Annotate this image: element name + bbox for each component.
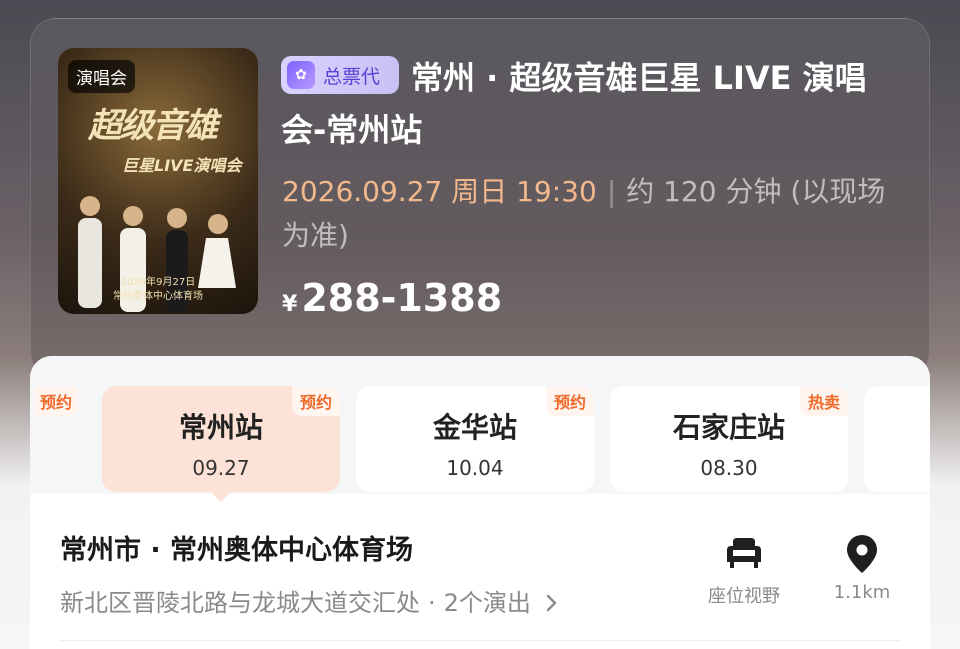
poster-category-tag: 演唱会 — [68, 60, 135, 93]
stop-status-badge: 热卖 — [799, 386, 848, 416]
price-range: ¥288-1388 — [282, 276, 502, 320]
tour-stops-carousel[interactable]: 预约 预约 常州站 09.27 预约 金华站 10.04 热卖 石家庄站 08.… — [30, 356, 930, 494]
tour-stop-jinhua[interactable]: 预约 金华站 10.04 — [356, 386, 594, 492]
seat-view-button[interactable]: 座位视野 — [698, 534, 790, 608]
prev-stop-badge: 预约 — [34, 386, 79, 416]
stop-date: 10.04 — [446, 456, 504, 480]
poster-venue-art: 常州奥体中心体育场 — [113, 291, 203, 302]
address-separator: · — [428, 589, 436, 617]
stop-date: 09.27 — [192, 456, 250, 480]
venue-show-count: 2个演出 — [443, 589, 531, 617]
poster-date-art: 2026年9月27日 — [120, 277, 196, 288]
price-value: 288-1388 — [301, 276, 503, 320]
tour-stop-shijiazhuang[interactable]: 热卖 石家庄站 08.30 — [610, 386, 848, 492]
chevron-right-icon — [546, 594, 557, 612]
map-pin-icon — [847, 535, 877, 573]
tour-stop-next-partial[interactable] — [864, 386, 930, 492]
venue-distance: 1.1km — [833, 582, 891, 603]
stop-status-badge: 预约 — [545, 386, 594, 416]
poster-title-art: 超级音雄 — [88, 106, 218, 146]
event-datetime: 2026.09.27 周日 19:30 — [282, 175, 597, 208]
armchair-icon — [727, 538, 761, 568]
price-currency: ¥ — [282, 292, 298, 317]
section-divider — [60, 640, 900, 641]
seat-view-label: 座位视野 — [708, 586, 780, 607]
venue-location-button[interactable]: 1.1km — [820, 534, 904, 603]
event-datetime-block: 2026.09.27 周日 19:30 | 约 120 分钟 (以现场为准) — [282, 170, 902, 258]
active-stop-pointer — [211, 492, 231, 502]
event-poster[interactable]: 演唱会 超级音雄 巨星LIVE演唱会 2026年9月27日 常州奥体中心体育场 — [58, 48, 258, 314]
event-detail-panel: 预约 预约 常州站 09.27 预约 金华站 10.04 热卖 石家庄站 08.… — [30, 356, 930, 649]
agent-badge-label: 总票代 — [323, 65, 381, 88]
venue-address: 新北区晋陵北路与龙城大道交汇处 — [60, 589, 420, 617]
venue-name[interactable]: 常州市 · 常州奥体中心体育场 — [60, 528, 413, 567]
agent-badge: ✿ 总票代 — [281, 56, 399, 94]
venue-address-link[interactable]: 新北区晋陵北路与龙城大道交汇处 · 2个演出 — [60, 583, 559, 618]
tour-stop-changzhou[interactable]: 预约 常州站 09.27 — [102, 386, 340, 492]
datetime-separator: | — [606, 175, 617, 208]
stop-date: 08.30 — [700, 456, 758, 480]
agent-logo-icon: ✿ — [287, 61, 315, 89]
stop-status-badge: 预约 — [291, 386, 340, 416]
